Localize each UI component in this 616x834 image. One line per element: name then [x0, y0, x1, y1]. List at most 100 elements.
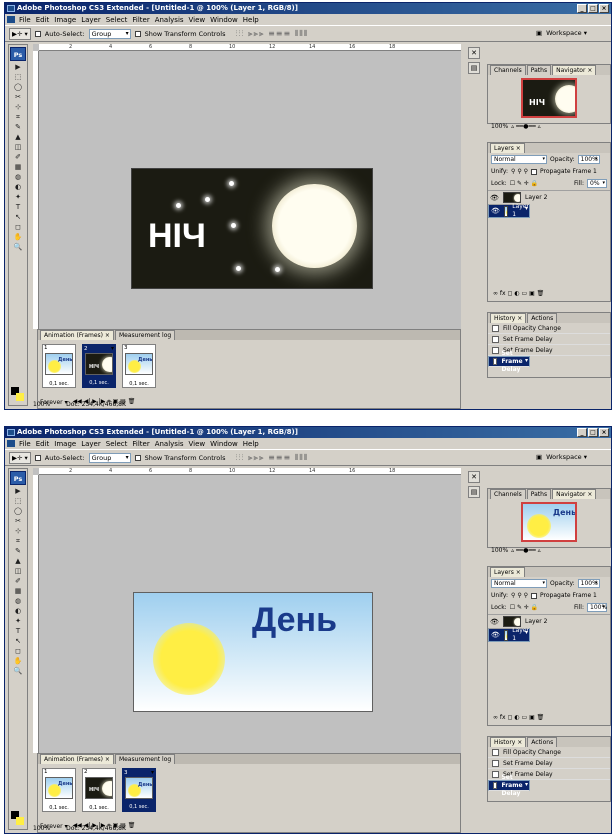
fill-input[interactable]: 0% [587, 179, 607, 188]
animation-frame[interactable]: 1 День 0,1 sec. [42, 768, 76, 812]
tools-icon[interactable]: ✕ [468, 47, 480, 59]
frame-delay[interactable]: 0,1 sec. [123, 803, 155, 811]
opacity-input[interactable]: 100% [577, 579, 600, 588]
type-tool-icon[interactable]: T [11, 203, 25, 212]
marquee-tool-icon[interactable]: ⬚ [11, 497, 25, 506]
opacity-input[interactable]: 100% [577, 155, 600, 164]
zoom-slider[interactable]: ▵ ━━●━━ ▵ [511, 123, 541, 130]
history-state[interactable]: Fill Opacity Change [488, 747, 610, 758]
move-tool-icon[interactable]: ▶ [11, 63, 25, 72]
menu-window[interactable]: Window [210, 440, 238, 448]
menu-window[interactable]: Window [210, 16, 238, 24]
visibility-eye-icon[interactable]: 👁 [490, 618, 499, 626]
nav-zoom[interactable]: 100% [491, 123, 508, 130]
auto-select-checkbox[interactable] [34, 454, 41, 461]
restore-button[interactable]: □ [588, 428, 598, 437]
unify-icons[interactable]: ⚲ ⚲ ⚲ [511, 592, 528, 599]
workspace-icon[interactable]: ▣ [536, 453, 542, 461]
menu-filter[interactable]: Filter [132, 16, 149, 24]
move-tool-icon[interactable]: ▶ [11, 487, 25, 496]
lasso-tool-icon[interactable]: ◯ [11, 83, 25, 92]
zoom-level[interactable]: 100% [33, 401, 50, 408]
pen-tool-icon[interactable]: ✦ [11, 193, 25, 202]
visibility-eye-icon[interactable]: 👁 [491, 207, 500, 215]
zoom-tool-icon[interactable]: 🔍 [11, 243, 25, 252]
navigator-thumbnail[interactable]: День [521, 502, 577, 542]
blur-tool-icon[interactable]: ◍ [11, 173, 25, 182]
history-state[interactable]: Set Frame Delay [488, 350, 530, 373]
history-state[interactable]: Set Frame Delay [488, 758, 610, 769]
shape-tool-icon[interactable]: ◻ [11, 647, 25, 656]
history-tab-0[interactable]: History × [490, 313, 527, 323]
layer-row[interactable]: 👁 Layer 2 [488, 190, 610, 204]
path-select-tool-icon[interactable]: ↖ [11, 213, 25, 222]
info-icon[interactable]: ▤ [468, 486, 480, 498]
marquee-tool-icon[interactable]: ⬚ [11, 73, 25, 82]
propagate-checkbox[interactable] [531, 168, 538, 175]
animation-frame[interactable]: 2 НІЧ 0,1 sec. [82, 768, 116, 812]
layer-row[interactable]: 👁 Layer 2 [488, 614, 610, 628]
layer-actions[interactable]: ∞ fx ◻ ◐ ▭ ▣ 🗑 [490, 288, 547, 299]
frame-delay[interactable]: 0,1 sec. [83, 805, 115, 811]
history-tab-1[interactable]: Actions [527, 313, 558, 323]
minimize-button[interactable]: _ [577, 4, 587, 13]
show-transform-checkbox[interactable] [134, 454, 141, 461]
auto-select-dropdown[interactable]: Group [88, 452, 131, 463]
workspace-button[interactable]: Workspace ▾ [546, 453, 587, 461]
canvas[interactable]: День [133, 592, 373, 712]
unify-icons[interactable]: ⚲ ⚲ ⚲ [511, 168, 528, 175]
document-area[interactable]: 2 4 6 8 10 12 14 16 18 День [33, 468, 461, 753]
minimize-button[interactable]: _ [577, 428, 587, 437]
crop-tool-icon[interactable]: ⊹ [11, 103, 25, 112]
show-transform-checkbox[interactable] [134, 30, 141, 37]
menu-file[interactable]: File [19, 440, 31, 448]
frame-delay[interactable]: 0,1 sec. [83, 379, 115, 387]
zoom-slider[interactable]: ▵ ━━●━━ ▵ [511, 547, 541, 554]
align-icons[interactable]: ⫶⫶⫶ ⫸⫸⫸ ≡≡≡ ⦀⦀⦀ [235, 453, 308, 463]
type-tool-icon[interactable]: T [11, 627, 25, 636]
crop-tool-icon[interactable]: ⊹ [11, 527, 25, 536]
menu-analysis[interactable]: Analysis [155, 440, 184, 448]
brush-tool-icon[interactable]: ✎ [11, 547, 25, 556]
visibility-eye-icon[interactable]: 👁 [491, 631, 500, 639]
move-tool-preset[interactable]: ▶✛ ▾ [9, 451, 31, 464]
document-area[interactable]: 2 4 6 8 10 12 14 16 18 НІЧ [33, 44, 461, 329]
nav-zoom[interactable]: 100% [491, 547, 508, 554]
path-select-tool-icon[interactable]: ↖ [11, 637, 25, 646]
navigator-thumbnail[interactable]: НІЧ [521, 78, 577, 118]
blend-mode-select[interactable]: Normal [491, 155, 547, 164]
gradient-tool-icon[interactable]: ▦ [11, 587, 25, 596]
nav-tab-0[interactable]: Channels [490, 489, 526, 499]
nav-tab-2[interactable]: Navigator × [552, 489, 597, 499]
layers-tab[interactable]: Layers × [490, 143, 525, 153]
fill-input[interactable]: 100% [587, 603, 607, 612]
nav-tab-2[interactable]: Navigator × [552, 65, 597, 75]
magic-wand-tool-icon[interactable]: ✂ [11, 517, 25, 526]
blend-mode-select[interactable]: Normal [491, 579, 547, 588]
move-tool-preset[interactable]: ▶✛ ▾ [9, 27, 31, 40]
menu-view[interactable]: View [189, 16, 206, 24]
menu-view[interactable]: View [189, 440, 206, 448]
auto-select-checkbox[interactable] [34, 30, 41, 37]
layer-row[interactable]: 👁 Layer 1 [488, 203, 530, 218]
layers-tab[interactable]: Layers × [490, 567, 525, 577]
clone-tool-icon[interactable]: ▲ [11, 133, 25, 142]
lock-icons[interactable]: ☐ ✎ ✛ 🔒 [510, 604, 539, 611]
workspace-icon[interactable]: ▣ [536, 29, 542, 37]
animation-frame[interactable]: 3 День 0,1 sec. [122, 344, 156, 388]
shape-tool-icon[interactable]: ◻ [11, 223, 25, 232]
menu-image[interactable]: Image [54, 16, 76, 24]
workspace-button[interactable]: Workspace ▾ [546, 29, 587, 37]
align-icons[interactable]: ⫶⫶⫶ ⫸⫸⫸ ≡≡≡ ⦀⦀⦀ [235, 29, 308, 39]
menu-layer[interactable]: Layer [81, 16, 101, 24]
menu-help[interactable]: Help [243, 16, 259, 24]
lock-icons[interactable]: ☐ ✎ ✛ 🔒 [510, 180, 539, 187]
menu-edit[interactable]: Edit [36, 440, 50, 448]
layer-row[interactable]: 👁 Layer 1 [488, 627, 530, 642]
history-tab-1[interactable]: Actions [527, 737, 558, 747]
history-state[interactable]: Fill Opacity Change [488, 323, 610, 334]
background-color[interactable] [16, 393, 24, 401]
frame-delay[interactable]: 0,1 sec. [123, 381, 155, 387]
close-button[interactable]: × [599, 4, 609, 13]
dodge-tool-icon[interactable]: ◐ [11, 183, 25, 192]
